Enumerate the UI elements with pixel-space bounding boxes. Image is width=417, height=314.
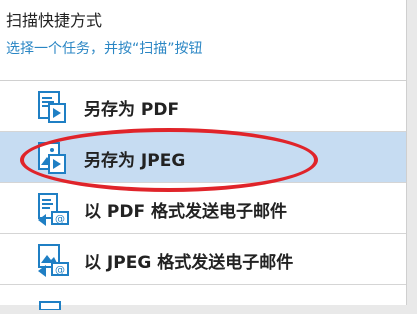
scan-shortcuts-panel: 扫描快捷方式 选择一个任务，并按“扫描”按钮 另存为 PDF 另存为 JPEG …: [0, 0, 407, 311]
task-label: 以 PDF 格式发送电子邮件: [84, 202, 288, 222]
partial-icon: [38, 295, 68, 311]
task-label: 另存为 PDF: [84, 100, 180, 120]
task-item-save-pdf[interactable]: 另存为 PDF: [0, 81, 406, 132]
task-item-partial[interactable]: [0, 285, 406, 311]
task-item-email-pdf[interactable]: @ 以 PDF 格式发送电子邮件: [0, 183, 406, 234]
panel-instruction: 选择一个任务，并按“扫描”按钮: [6, 41, 203, 57]
task-item-email-jpeg[interactable]: @ 以 JPEG 格式发送电子邮件: [0, 234, 406, 285]
email-pdf-icon: @: [36, 192, 70, 226]
svg-text:@: @: [55, 214, 65, 225]
save-pdf-icon: [36, 90, 70, 124]
save-jpeg-icon: [36, 141, 70, 175]
task-item-save-jpeg[interactable]: 另存为 JPEG: [0, 132, 406, 183]
svg-text:@: @: [55, 265, 65, 276]
email-jpeg-icon: @: [36, 243, 70, 277]
panel-header: 扫描快捷方式 选择一个任务，并按“扫描”按钮: [0, 0, 406, 80]
task-label: 以 JPEG 格式发送电子邮件: [84, 253, 294, 273]
panel-title: 扫描快捷方式: [6, 11, 103, 30]
task-label: 另存为 JPEG: [84, 151, 186, 171]
